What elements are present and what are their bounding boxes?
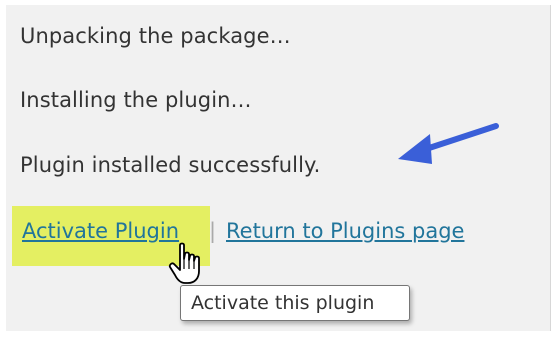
- activate-tooltip: Activate this plugin: [180, 285, 410, 321]
- status-message-success: Plugin installed successfully.: [20, 153, 321, 177]
- hand-pointer-icon: [168, 242, 200, 284]
- status-message-installing: Installing the plugin…: [20, 88, 252, 112]
- status-message-unpacking: Unpacking the package…: [20, 24, 291, 48]
- annotation-arrow-icon: [398, 123, 499, 164]
- return-to-plugins-link[interactable]: Return to Plugins page: [226, 219, 464, 243]
- activate-plugin-link[interactable]: Activate Plugin: [22, 219, 179, 243]
- link-separator: |: [209, 219, 217, 243]
